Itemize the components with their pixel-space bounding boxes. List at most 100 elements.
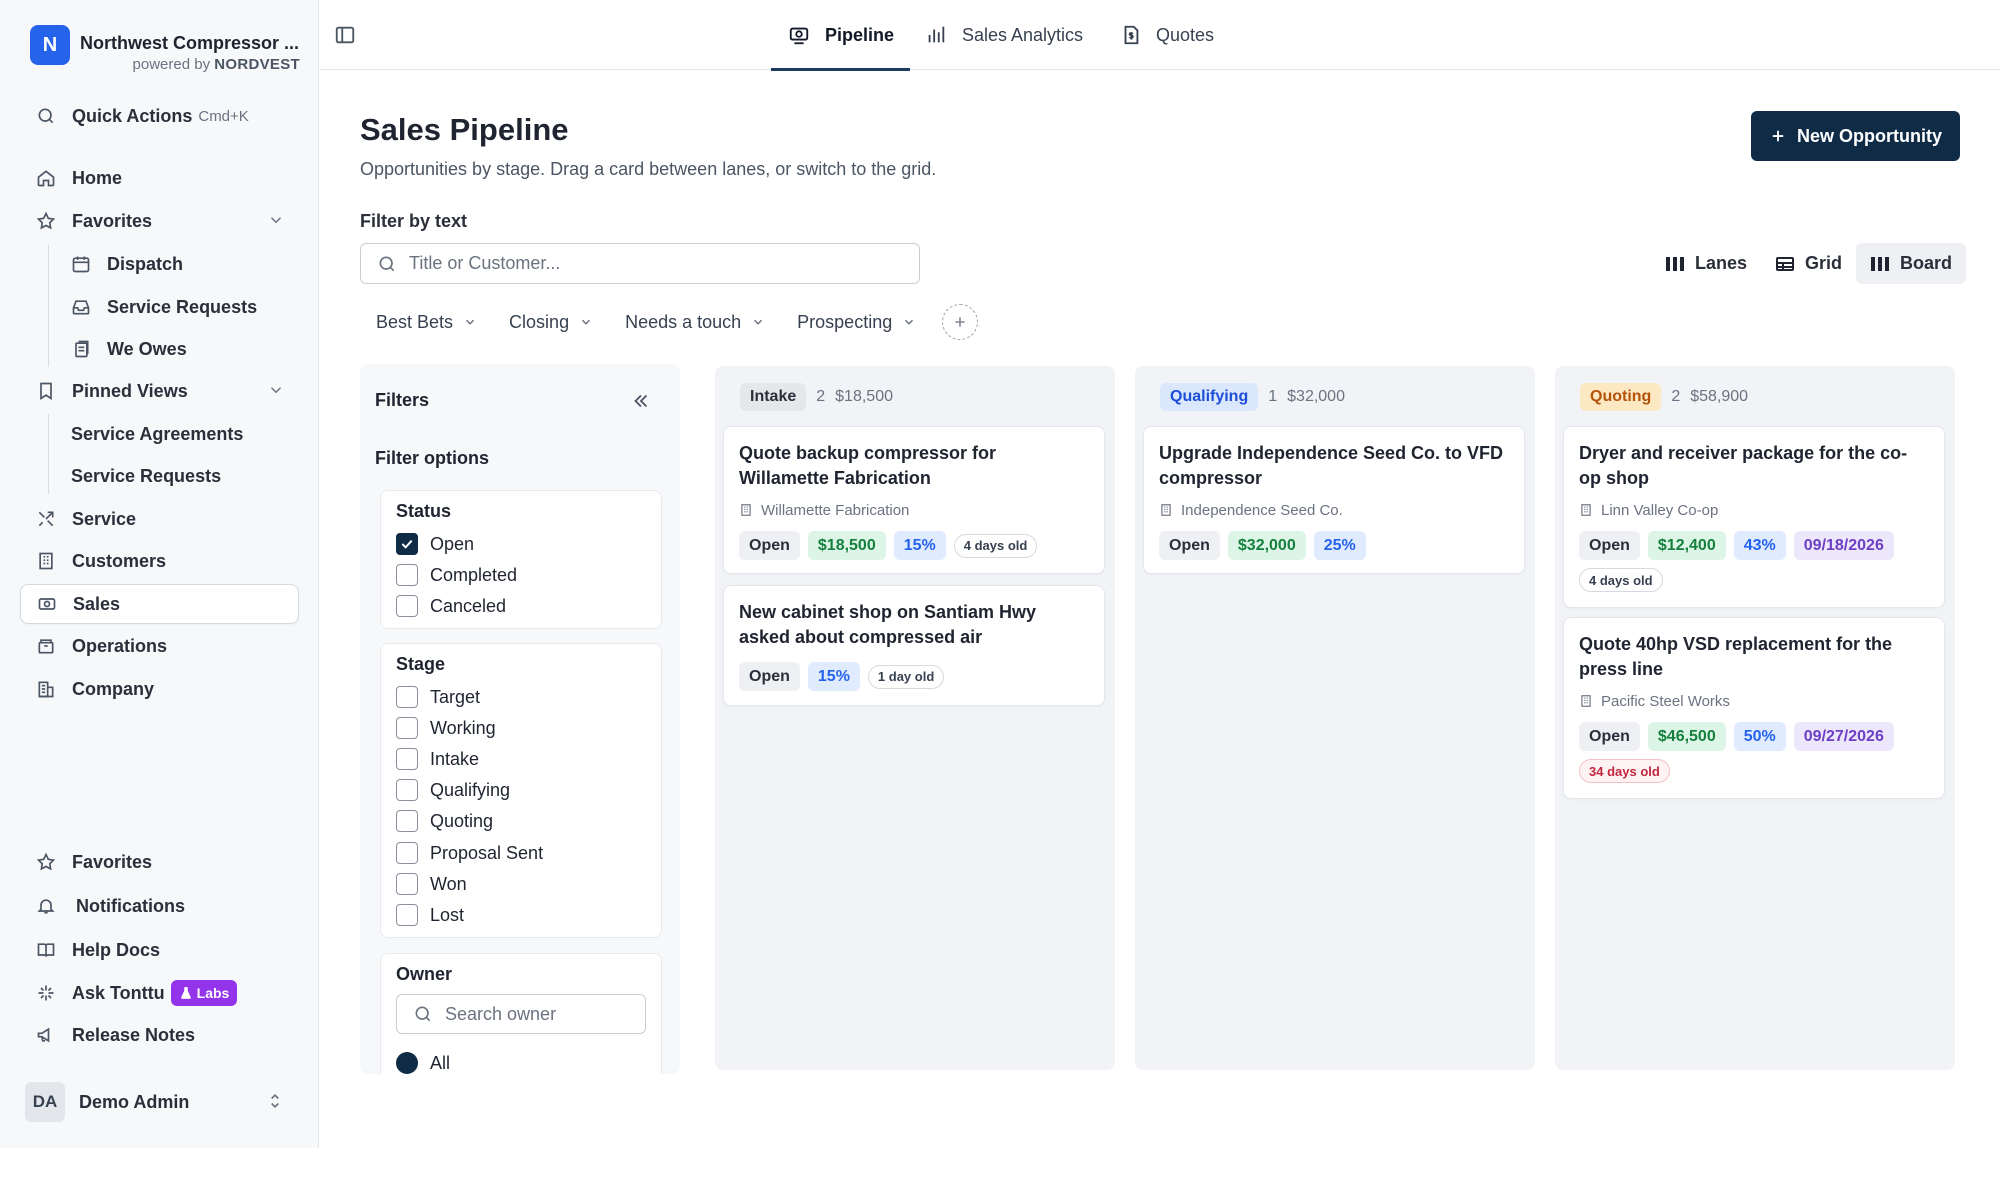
sidebar-item-service-requests[interactable]: Service Requests xyxy=(20,287,299,327)
filter-chip-needs-a-touch[interactable]: Needs a touch xyxy=(609,312,781,333)
star-icon xyxy=(35,851,57,873)
status-option-canceled[interactable]: Canceled xyxy=(396,594,506,618)
group-title: Owner xyxy=(396,964,453,984)
lane-total: $58,900 xyxy=(1690,388,1749,405)
checkbox[interactable] xyxy=(396,533,418,555)
sidebar-item-label: Customers xyxy=(72,550,167,571)
customer-name: Willamette Fabrication xyxy=(761,501,910,519)
tab-pipeline[interactable]: Pipeline xyxy=(770,0,911,71)
user-menu[interactable]: DA Demo Admin xyxy=(25,1081,295,1123)
view-grid-button[interactable]: Grid xyxy=(1761,243,1856,284)
checkbox[interactable] xyxy=(396,873,418,895)
opportunity-card[interactable]: Quote 40hp VSD replacement for the press… xyxy=(1563,617,1945,799)
sidebar-item-service-agreements[interactable]: Service Agreements xyxy=(20,414,299,454)
sidebar-toggle-icon[interactable] xyxy=(334,24,356,46)
stage-option-qualifying[interactable]: Qualifying xyxy=(396,778,510,802)
sidebar-item-we-owes[interactable]: We Owes xyxy=(20,329,299,369)
status-filter-group: Status Open Completed Canceled xyxy=(380,490,662,629)
sidebar-item-label: Favorites xyxy=(72,851,153,872)
checkbox[interactable] xyxy=(396,748,418,770)
add-filter-button[interactable] xyxy=(942,304,979,340)
status-option-open[interactable]: Open xyxy=(396,532,474,556)
checkbox[interactable] xyxy=(396,595,418,617)
quick-actions-button[interactable]: Quick Actions Cmd+K xyxy=(20,96,299,136)
radio-button[interactable] xyxy=(396,1052,418,1074)
text-filter-input[interactable] xyxy=(409,253,889,274)
status-option-completed[interactable]: Completed xyxy=(396,563,517,587)
checkbox[interactable] xyxy=(396,810,418,832)
sidebar-item-bottom-favorites[interactable]: Favorites xyxy=(20,842,299,882)
sidebar-item-label: Help Docs xyxy=(72,939,161,960)
stage-option-working[interactable]: Working xyxy=(396,716,496,740)
stage-option-target[interactable]: Target xyxy=(396,685,480,709)
new-opportunity-button[interactable]: New Opportunity xyxy=(1751,111,1960,161)
sidebar-item-notifications[interactable]: Notifications xyxy=(20,886,299,926)
quick-actions-shortcut: Cmd+K xyxy=(198,107,249,125)
checkbox[interactable] xyxy=(396,779,418,801)
sidebar-item-release-notes[interactable]: Release Notes xyxy=(20,1015,299,1055)
card-customer: Independence Seed Co. xyxy=(1159,500,1343,520)
sidebar-item-home[interactable]: Home xyxy=(20,158,299,198)
tab-quotes[interactable]: Quotes xyxy=(1120,0,1214,70)
chip-label: Closing xyxy=(509,311,570,332)
owner-option-all[interactable]: All xyxy=(396,1051,450,1074)
stage-option-intake[interactable]: Intake xyxy=(396,747,479,771)
opportunity-card[interactable]: New cabinet shop on Santiam Hwy asked ab… xyxy=(723,585,1105,706)
card-title: Quote 40hp VSD replacement for the press… xyxy=(1579,634,1893,679)
chevron-down-icon xyxy=(751,315,765,329)
tab-sales-analytics[interactable]: Sales Analytics xyxy=(924,0,1083,70)
sidebar-item-label: Release Notes xyxy=(72,1024,196,1045)
filter-chip-prospecting[interactable]: Prospecting xyxy=(781,312,932,333)
chip-label: Prospecting xyxy=(797,311,893,332)
stage-option-quoting[interactable]: Quoting xyxy=(396,809,493,833)
building-icon xyxy=(1579,694,1593,708)
group-title: Stage xyxy=(396,654,446,674)
owner-filter-group: Owner All xyxy=(380,953,662,1074)
search-icon xyxy=(413,1004,433,1024)
sidebar-item-dispatch[interactable]: Dispatch xyxy=(20,244,299,284)
opportunity-card[interactable]: Quote backup compressor for Willamette F… xyxy=(723,426,1105,574)
sidebar-item-operations[interactable]: Operations xyxy=(20,626,299,666)
owner-search-input[interactable] xyxy=(445,1003,625,1025)
receipts-icon xyxy=(70,338,92,360)
card-pills: Open $12,400 43% 09/18/2026 xyxy=(1579,531,1894,560)
chevron-down-icon[interactable] xyxy=(267,381,285,399)
checkbox[interactable] xyxy=(396,564,418,586)
option-label: All xyxy=(430,1052,451,1073)
filters-title: Filters xyxy=(375,390,430,410)
sidebar-item-pinned-service-requests[interactable]: Service Requests xyxy=(20,456,299,496)
chevron-down-icon[interactable] xyxy=(267,211,285,229)
sidebar-item-help-docs[interactable]: Help Docs xyxy=(20,930,299,970)
collapse-panel-icon[interactable] xyxy=(630,390,652,412)
sidebar-item-service[interactable]: Service xyxy=(20,499,299,539)
stage-option-proposal-sent[interactable]: Proposal Sent xyxy=(396,841,543,865)
sidebar-item-pinned-views[interactable]: Pinned Views xyxy=(20,371,299,411)
sidebar-item-favorites[interactable]: Favorites xyxy=(20,201,299,241)
page-title: Sales Pipeline xyxy=(360,112,569,147)
option-label: Qualifying xyxy=(430,779,511,800)
sidebar-item-label: Ask Tonttu xyxy=(72,982,165,1003)
columns-icon xyxy=(1870,255,1890,273)
view-board-button[interactable]: Board xyxy=(1856,243,1967,284)
opportunity-card[interactable]: Dryer and receiver package for the co-op… xyxy=(1563,426,1945,608)
checkbox[interactable] xyxy=(396,904,418,926)
brand-header[interactable]: N Northwest Compressor ... powered by NO… xyxy=(30,25,310,75)
checkbox[interactable] xyxy=(396,717,418,739)
view-lanes-button[interactable]: Lanes xyxy=(1651,243,1761,284)
top-bar: Pipeline Sales Analytics Quotes xyxy=(320,0,2000,71)
sidebar-item-sales[interactable]: Sales xyxy=(20,584,299,624)
sidebar-item-ask-tonttu[interactable]: Ask Tonttu Labs xyxy=(20,973,299,1013)
option-label: Working xyxy=(430,717,496,738)
checkbox[interactable] xyxy=(396,842,418,864)
opportunity-card[interactable]: Upgrade Independence Seed Co. to VFD com… xyxy=(1143,426,1525,574)
saved-filter-chips: Best Bets Closing Needs a touch Prospect… xyxy=(360,302,979,342)
filter-chip-best-bets[interactable]: Best Bets xyxy=(360,312,493,333)
sidebar-item-company[interactable]: Company xyxy=(20,669,299,709)
stage-option-lost[interactable]: Lost xyxy=(396,903,464,927)
checkbox[interactable] xyxy=(396,686,418,708)
sidebar-item-customers[interactable]: Customers xyxy=(20,541,299,581)
stage-option-won[interactable]: Won xyxy=(396,872,467,896)
filter-chip-closing[interactable]: Closing xyxy=(493,312,609,333)
avatar: DA xyxy=(25,1082,65,1122)
view-label: Lanes xyxy=(1695,253,1748,273)
